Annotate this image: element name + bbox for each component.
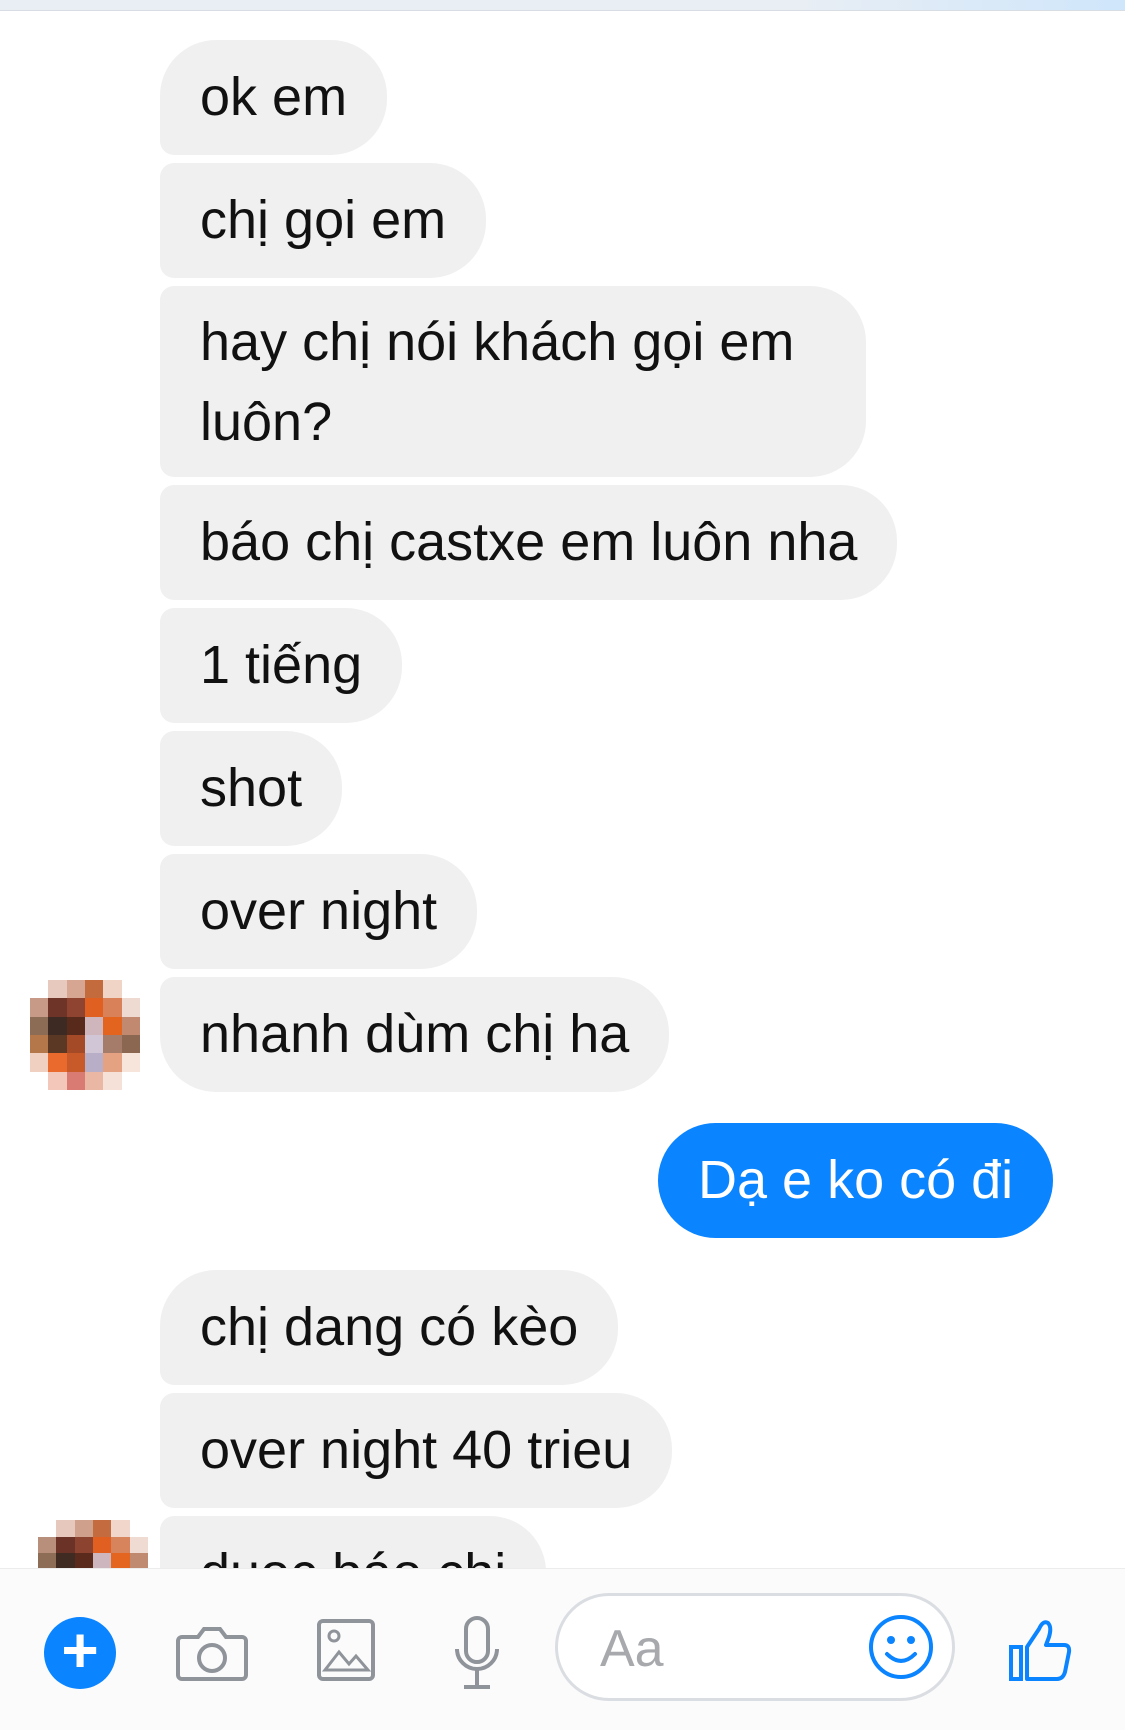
message-bubble[interactable]: shot bbox=[160, 731, 343, 846]
message-text: hay chị nói khách gọi em luôn? bbox=[200, 312, 795, 452]
message-text: Dạ e ko có đi bbox=[698, 1150, 1014, 1210]
top-bar-edge bbox=[0, 0, 1125, 11]
contact-avatar[interactable] bbox=[30, 980, 140, 1090]
message-text: 1 tiếng bbox=[200, 635, 363, 695]
message-text: nhanh dùm chị ha bbox=[200, 1004, 630, 1064]
message-bubble[interactable]: chị gọi em bbox=[160, 163, 487, 278]
message-bubble[interactable]: ok em bbox=[160, 40, 388, 155]
microphone-icon[interactable] bbox=[452, 1615, 502, 1693]
message-bubble[interactable]: 1 tiếng bbox=[160, 608, 403, 723]
photo-icon[interactable] bbox=[316, 1618, 376, 1682]
message-text: over night 40 trieu bbox=[200, 1420, 633, 1480]
message-text: shot bbox=[200, 758, 303, 818]
message-bubble[interactable]: chị dang có kèo bbox=[160, 1270, 619, 1385]
message-text: duoc báo chi bbox=[200, 1543, 506, 1568]
message-bubble[interactable]: duoc báo chi bbox=[160, 1516, 547, 1568]
message-text: over night bbox=[200, 881, 438, 941]
sent-message-bubble[interactable]: Dạ e ko có đi bbox=[658, 1123, 1054, 1238]
message-text: chị gọi em bbox=[200, 190, 447, 250]
message-text: chị dang có kèo bbox=[200, 1297, 579, 1357]
message-bubble[interactable]: over night bbox=[160, 854, 478, 969]
message-thread[interactable]: ok em chị gọi em hay chị nói khách gọi e… bbox=[0, 0, 1125, 1568]
message-bubble[interactable]: hay chị nói khách gọi em luôn? bbox=[160, 286, 866, 477]
message-composer: + Aa bbox=[0, 1568, 1125, 1730]
emoji-icon[interactable] bbox=[868, 1614, 934, 1680]
message-bubble[interactable]: báo chị castxe em luôn nha bbox=[160, 485, 898, 600]
message-bubble[interactable]: over night 40 trieu bbox=[160, 1393, 673, 1508]
message-input[interactable]: Aa bbox=[555, 1593, 955, 1701]
message-input-placeholder: Aa bbox=[600, 1620, 664, 1678]
message-text: ok em bbox=[200, 67, 348, 127]
message-text: báo chị castxe em luôn nha bbox=[200, 512, 858, 572]
contact-avatar[interactable] bbox=[38, 1520, 148, 1568]
camera-icon[interactable] bbox=[176, 1621, 248, 1685]
plus-icon[interactable]: + bbox=[44, 1617, 116, 1689]
message-bubble[interactable]: nhanh dùm chị ha bbox=[160, 977, 670, 1092]
thumbs-up-icon[interactable] bbox=[1008, 1617, 1074, 1683]
